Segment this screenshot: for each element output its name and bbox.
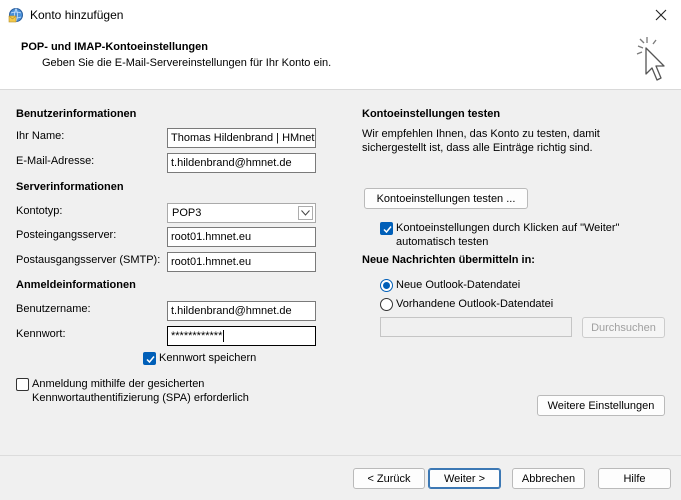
chevron-down-icon[interactable] (298, 206, 313, 220)
username-input[interactable]: t.hildenbrand@hmnet.de (167, 301, 316, 321)
checkmark-icon (146, 356, 155, 364)
browse-button[interactable]: Durchsuchen (582, 317, 665, 338)
auto-test-label-line2[interactable]: automatisch testen (396, 236, 488, 248)
settings-panel: Benutzerinformationen Ihr Name: Thomas H… (0, 90, 681, 454)
username-label: Benutzername: (16, 303, 91, 315)
checkmark-icon (383, 226, 392, 234)
back-button[interactable]: < Zurück (353, 468, 425, 489)
user-info-heading: Benutzerinformationen (16, 108, 137, 120)
datafile-path-input[interactable] (380, 317, 572, 337)
auto-test-checkbox[interactable] (380, 222, 393, 235)
spa-label-line2[interactable]: Kennwortauthentifizierung (SPA) erforder… (32, 392, 249, 404)
window-title: Konto hinzufügen (30, 8, 124, 22)
incoming-server-input[interactable]: root01.hmnet.eu (167, 227, 316, 247)
new-datafile-radio[interactable] (380, 279, 393, 292)
name-label: Ihr Name: (16, 130, 65, 142)
header-subtitle: Geben Sie die E-Mail-Servereinstellungen… (42, 57, 332, 69)
dialog-header: POP- und IMAP-Kontoeinstellungen Geben S… (0, 30, 681, 90)
test-settings-button[interactable]: Kontoeinstellungen testen ... (364, 188, 528, 209)
account-type-label: Kontotyp: (16, 205, 63, 217)
test-settings-heading: Kontoeinstellungen testen (362, 108, 501, 120)
title-bar: Konto hinzufügen (0, 0, 681, 30)
help-button[interactable]: Hilfe (598, 468, 671, 489)
auto-test-label-line1[interactable]: Kontoeinstellungen durch Klicken auf "We… (396, 222, 619, 234)
more-settings-button[interactable]: Weitere Einstellungen (537, 395, 665, 416)
existing-datafile-radio[interactable] (380, 298, 393, 311)
next-button[interactable]: Weiter > (428, 468, 501, 489)
account-type-value: POP3 (172, 207, 202, 219)
password-value: ************ (171, 330, 223, 342)
email-input[interactable]: t.hildenbrand@hmnet.de (167, 153, 316, 173)
name-input[interactable]: Thomas Hildenbrand | HMnet (167, 128, 316, 148)
deliver-heading: Neue Nachrichten übermitteln in: (362, 254, 535, 266)
remember-password-checkbox[interactable] (143, 352, 156, 365)
remember-password-label[interactable]: Kennwort speichern (159, 352, 256, 364)
outlook-globe-icon (8, 7, 24, 23)
pointer-sparkle-icon (633, 34, 669, 86)
test-desc-line2: sichergestellt ist, dass alle Einträge r… (362, 142, 593, 154)
outgoing-server-input[interactable]: root01.hmnet.eu (167, 252, 316, 272)
header-title: POP- und IMAP-Kontoeinstellungen (21, 41, 208, 53)
existing-datafile-label[interactable]: Vorhandene Outlook-Datendatei (396, 298, 553, 310)
text-caret (223, 330, 225, 343)
cancel-button[interactable]: Abbrechen (512, 468, 585, 489)
dialog-footer: < Zurück Weiter > Abbrechen Hilfe (0, 455, 681, 500)
login-info-heading: Anmeldeinformationen (16, 279, 136, 291)
close-icon (655, 9, 667, 21)
new-datafile-label[interactable]: Neue Outlook-Datendatei (396, 279, 520, 291)
email-label: E-Mail-Adresse: (16, 155, 95, 167)
server-info-heading: Serverinformationen (16, 181, 124, 193)
spa-checkbox[interactable] (16, 378, 29, 391)
password-label: Kennwort: (16, 328, 66, 340)
test-desc-line1: Wir empfehlen Ihnen, das Konto zu testen… (362, 128, 600, 140)
spa-label-line1[interactable]: Anmeldung mithilfe der gesicherten (32, 378, 204, 390)
incoming-server-label: Posteingangsserver: (16, 229, 117, 241)
outgoing-server-label: Postausgangsserver (SMTP): (16, 254, 161, 266)
close-button[interactable] (641, 0, 681, 30)
account-type-select[interactable]: POP3 (167, 203, 316, 223)
password-input[interactable]: ************ (167, 326, 316, 346)
